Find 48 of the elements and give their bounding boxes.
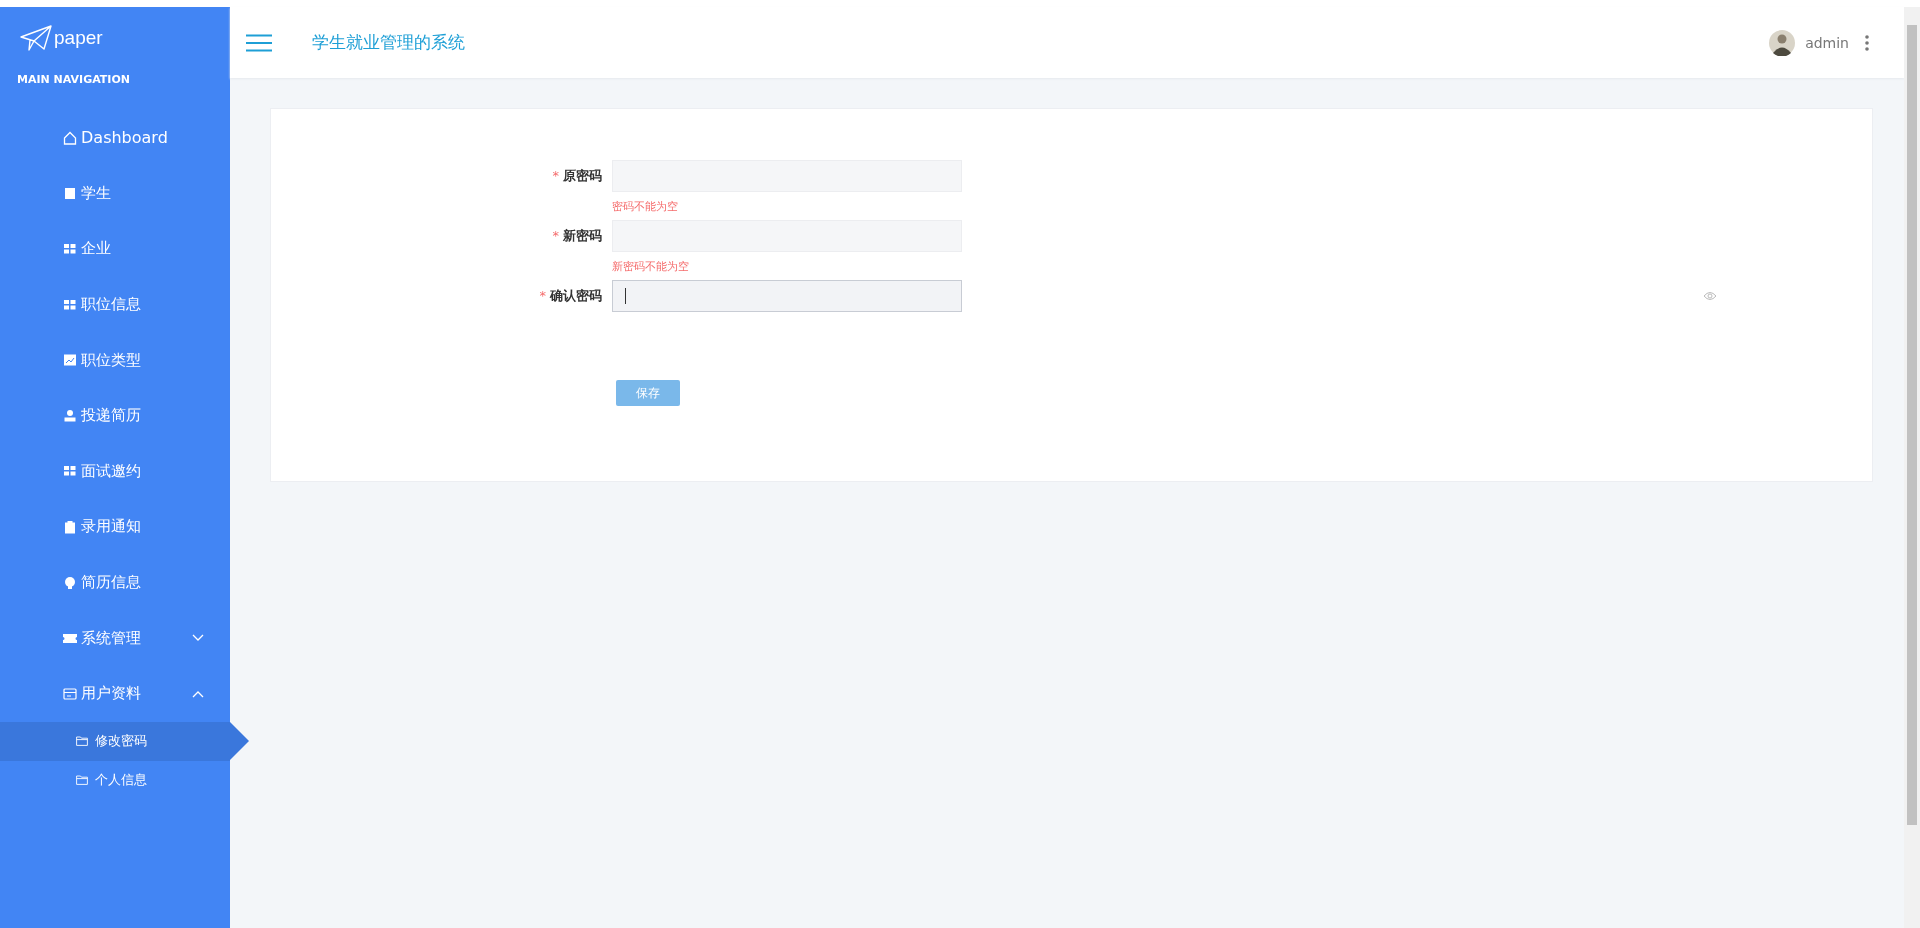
required-mark: *	[552, 168, 559, 183]
nav-icon	[63, 353, 77, 368]
more-icon[interactable]	[1865, 34, 1869, 51]
save-button[interactable]: 保存	[616, 380, 680, 406]
nav-item[interactable]: 学生	[0, 165, 230, 222]
nav-item[interactable]: 面试邀约	[0, 443, 230, 500]
eye-icon[interactable]	[1703, 291, 1717, 301]
nav-item[interactable]: 企业	[0, 221, 230, 277]
required-mark: *	[539, 288, 546, 303]
folder-icon	[76, 775, 88, 786]
nav-item[interactable]: 录用通知	[0, 499, 230, 555]
nav-icon	[63, 408, 77, 423]
chevron-icon	[192, 689, 204, 698]
avatar-icon[interactable]	[1769, 29, 1796, 56]
nav-icon	[63, 242, 77, 256]
submenu-item[interactable]: 个人信息	[0, 760, 230, 800]
nav-item[interactable]: 用户资料	[0, 665, 230, 722]
field-label: * 确认密码	[538, 287, 603, 305]
nav-item[interactable]: 投递简历	[0, 387, 230, 444]
chevron-icon	[192, 634, 204, 643]
nav-icon	[63, 297, 77, 312]
nav-icon	[63, 464, 77, 479]
nav-icon	[63, 575, 77, 590]
nav-item[interactable]: 职位信息	[0, 276, 230, 333]
text-cursor	[625, 288, 626, 304]
nav-item[interactable]: 简历信息	[0, 554, 230, 611]
menu-icon[interactable]	[246, 33, 272, 52]
nav-icon	[63, 686, 77, 701]
nav-icon	[63, 130, 77, 145]
field-label: * 原密码	[551, 167, 603, 185]
error-message: 密码不能为空	[612, 198, 678, 214]
scrollbar[interactable]	[1904, 7, 1920, 928]
user-name[interactable]: admin	[1805, 34, 1849, 51]
password-field[interactable]	[612, 280, 962, 312]
required-mark: *	[552, 228, 559, 243]
nav-item[interactable]: Dashboard	[0, 110, 230, 166]
page-title: 学生就业管理的系统	[312, 31, 465, 54]
paper-plane-icon	[20, 25, 52, 51]
error-message: 新密码不能为空	[612, 258, 689, 274]
nav-item[interactable]: 系统管理	[0, 610, 230, 666]
field-label: * 新密码	[551, 227, 603, 245]
nav-icon	[63, 631, 77, 646]
nav-icon	[63, 519, 77, 534]
nav-icon	[63, 186, 77, 201]
section-title: MAIN NAVIGATION	[16, 72, 131, 87]
folder-icon	[76, 736, 88, 747]
logo-text: paper	[54, 27, 103, 49]
nav-item[interactable]: 职位类型	[0, 332, 230, 388]
